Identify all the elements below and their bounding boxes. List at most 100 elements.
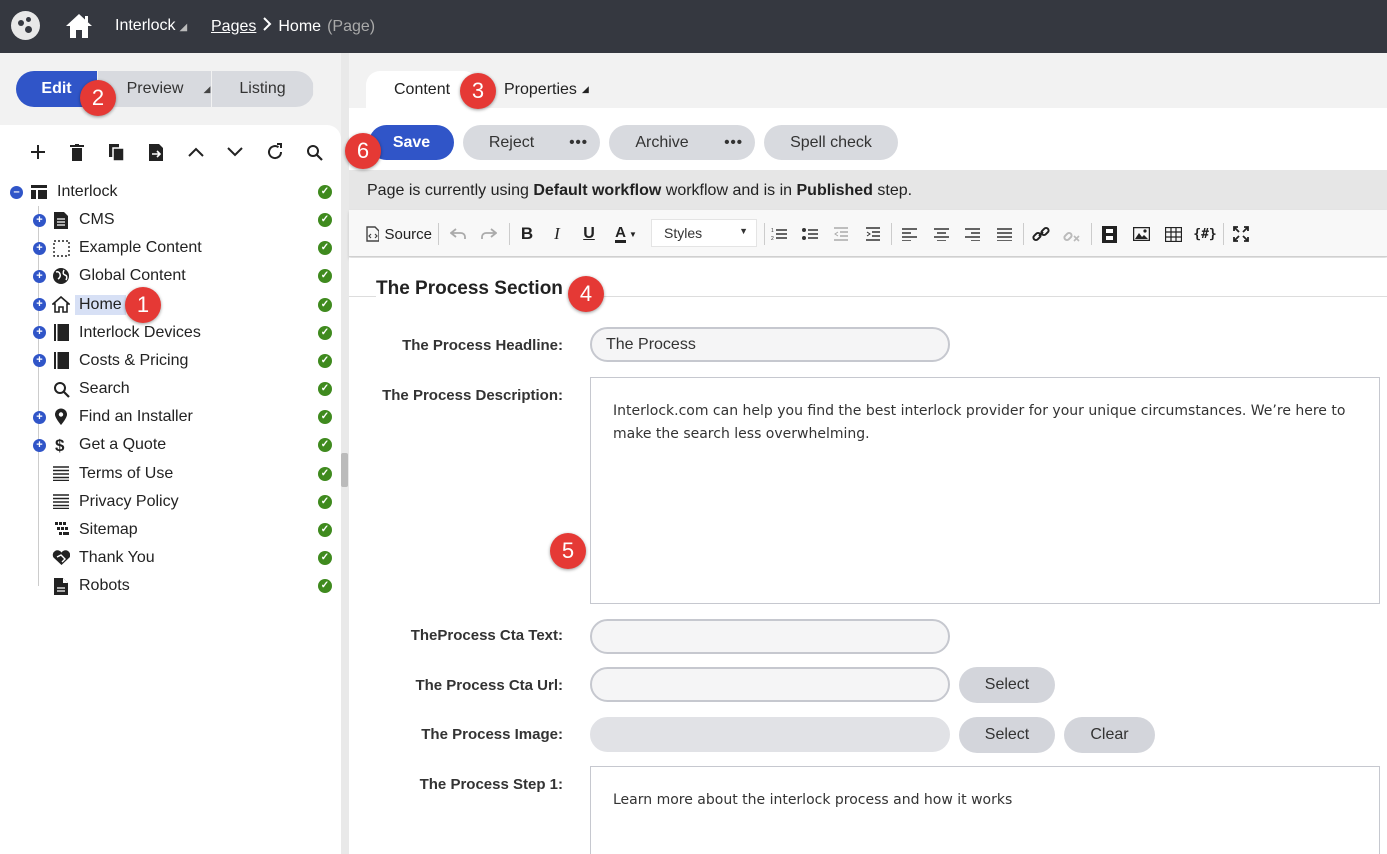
media-icon[interactable] (1099, 222, 1119, 246)
tree-item-get-a-quote[interactable]: + $ Get a Quote ✓ (0, 431, 341, 459)
align-center-icon[interactable] (931, 222, 951, 246)
cta-url-select-button[interactable]: Select (959, 667, 1055, 703)
description-label: The Process Description: (382, 387, 563, 404)
save-button[interactable]: Save (369, 125, 454, 160)
chevron-up-icon[interactable] (176, 139, 216, 165)
archive-button[interactable]: Archive ••• (609, 125, 755, 160)
tree-item-label: Thank You (79, 548, 155, 566)
cta-text-field[interactable] (590, 619, 950, 654)
styles-label: Styles (664, 225, 703, 241)
more-options-icon[interactable]: ••• (569, 134, 588, 151)
image-icon[interactable] (1131, 222, 1151, 246)
bold-icon[interactable]: B (518, 222, 536, 246)
italic-icon[interactable]: I (548, 222, 566, 246)
tree-item-label: Get a Quote (79, 436, 167, 454)
spell-check-button[interactable]: Spell check (764, 125, 898, 160)
expand-icon[interactable]: + (33, 298, 46, 312)
tree-item-terms-of-use[interactable]: Terms of Use ✓ (0, 460, 341, 488)
collapse-icon[interactable]: – (10, 185, 23, 199)
tree-item-example-content[interactable]: + Example Content ✓ (0, 234, 341, 262)
tree-item-label: Find an Installer (79, 408, 193, 426)
dropdown-triangle-icon: ◢ (179, 22, 188, 33)
expand-icon[interactable]: + (33, 241, 46, 255)
source-button[interactable]: Source (366, 222, 432, 246)
description-editor[interactable]: Interlock.com can help you find the best… (590, 377, 1380, 604)
justify-icon[interactable] (994, 222, 1014, 246)
unlink-icon[interactable] (1062, 222, 1082, 246)
align-right-icon[interactable] (962, 222, 982, 246)
tree-item-costs-pricing[interactable]: + Costs & Pricing ✓ (0, 347, 341, 375)
action-bar: Save Reject ••• Archive ••• Spell check (349, 108, 1387, 170)
delete-icon[interactable] (58, 139, 98, 165)
app-logo-icon[interactable] (11, 11, 40, 40)
indent-icon[interactable] (863, 222, 883, 246)
dropdown-triangle-icon: ◢ (203, 83, 211, 94)
redo-icon[interactable] (479, 222, 499, 246)
numbered-list-icon[interactable]: 12 (769, 222, 789, 246)
tree-item-find-an-installer[interactable]: + Find an Installer ✓ (0, 403, 341, 431)
site-selector[interactable]: Interlock ◢ (115, 17, 187, 35)
more-options-icon[interactable]: ••• (724, 134, 743, 151)
expand-icon[interactable]: + (33, 326, 46, 340)
tree-item-search[interactable]: Search ✓ (0, 375, 341, 403)
tree-item-sitemap[interactable]: Sitemap ✓ (0, 516, 341, 544)
fullscreen-icon[interactable] (1231, 222, 1251, 246)
tab-properties[interactable]: Properties ◢ (504, 71, 589, 108)
tree-item-robots[interactable]: Robots ✓ (0, 572, 341, 600)
image-select-button[interactable]: Select (959, 717, 1055, 753)
tab-properties-label: Properties (504, 80, 577, 98)
workflow-step: Published (796, 182, 873, 199)
bullet-list-icon[interactable] (800, 222, 820, 246)
status-ok-icon: ✓ (318, 297, 332, 312)
expand-icon[interactable]: + (33, 269, 46, 283)
add-icon[interactable] (18, 139, 58, 165)
tree-item-global-content[interactable]: + Global Content ✓ (0, 262, 341, 290)
expand-icon[interactable]: + (33, 438, 46, 452)
copy-icon[interactable] (97, 139, 137, 165)
chevron-down-icon[interactable] (216, 139, 256, 165)
cta-text-label: TheProcess Cta Text: (410, 627, 563, 644)
splitter-grip[interactable] (341, 453, 348, 487)
status-ok-icon: ✓ (318, 494, 332, 509)
reject-label: Reject (488, 133, 535, 151)
tree-item-cms[interactable]: + CMS ✓ (0, 206, 341, 234)
tree-item-thank-you[interactable]: Thank You ✓ (0, 544, 341, 572)
toolbar-separator (1223, 223, 1224, 245)
lines-icon (52, 465, 70, 483)
home-icon[interactable] (64, 11, 94, 41)
tree-item-interlock-devices[interactable]: + Interlock Devices ✓ (0, 319, 341, 347)
underline-icon[interactable]: U (580, 222, 598, 246)
tree-item-home[interactable]: + Home ✓ (0, 291, 341, 319)
status-ok-icon: ✓ (318, 522, 332, 537)
status-ok-icon: ✓ (318, 269, 332, 284)
expand-icon[interactable]: + (33, 354, 46, 368)
breadcrumb-pages-link[interactable]: Pages (211, 18, 256, 36)
text-color-icon[interactable]: A ▼ (611, 222, 641, 246)
outdent-icon[interactable] (831, 222, 851, 246)
expand-icon[interactable]: + (33, 410, 46, 424)
tab-listing[interactable]: Listing (212, 71, 314, 107)
image-clear-button[interactable]: Clear (1064, 717, 1155, 753)
panel-splitter[interactable] (341, 53, 349, 854)
step1-editor[interactable]: Learn more about the interlock process a… (590, 766, 1380, 854)
move-icon[interactable] (137, 139, 177, 165)
search-icon[interactable] (295, 139, 335, 165)
expand-icon[interactable]: + (33, 213, 46, 227)
status-ok-icon: ✓ (318, 579, 332, 594)
styles-dropdown[interactable]: Styles ▼ (651, 219, 757, 247)
link-icon[interactable] (1031, 222, 1051, 246)
macro-icon[interactable]: {#} (1193, 222, 1217, 246)
tree-item-privacy-policy[interactable]: Privacy Policy ✓ (0, 488, 341, 516)
align-left-icon[interactable] (899, 222, 919, 246)
reject-button[interactable]: Reject ••• (463, 125, 600, 160)
refresh-icon[interactable] (255, 139, 295, 165)
table-icon[interactable] (1163, 222, 1183, 246)
workflow-name: Default workflow (533, 182, 662, 199)
tree-root[interactable]: – Interlock ✓ (0, 178, 341, 206)
tree-item-label: Terms of Use (79, 464, 174, 482)
cta-url-field[interactable] (590, 667, 950, 702)
undo-icon[interactable] (448, 222, 468, 246)
workflow-status-bar: Page is currently using Default workflow… (349, 170, 1387, 210)
status-ok-icon: ✓ (318, 438, 332, 453)
headline-field[interactable]: The Process (590, 327, 950, 362)
